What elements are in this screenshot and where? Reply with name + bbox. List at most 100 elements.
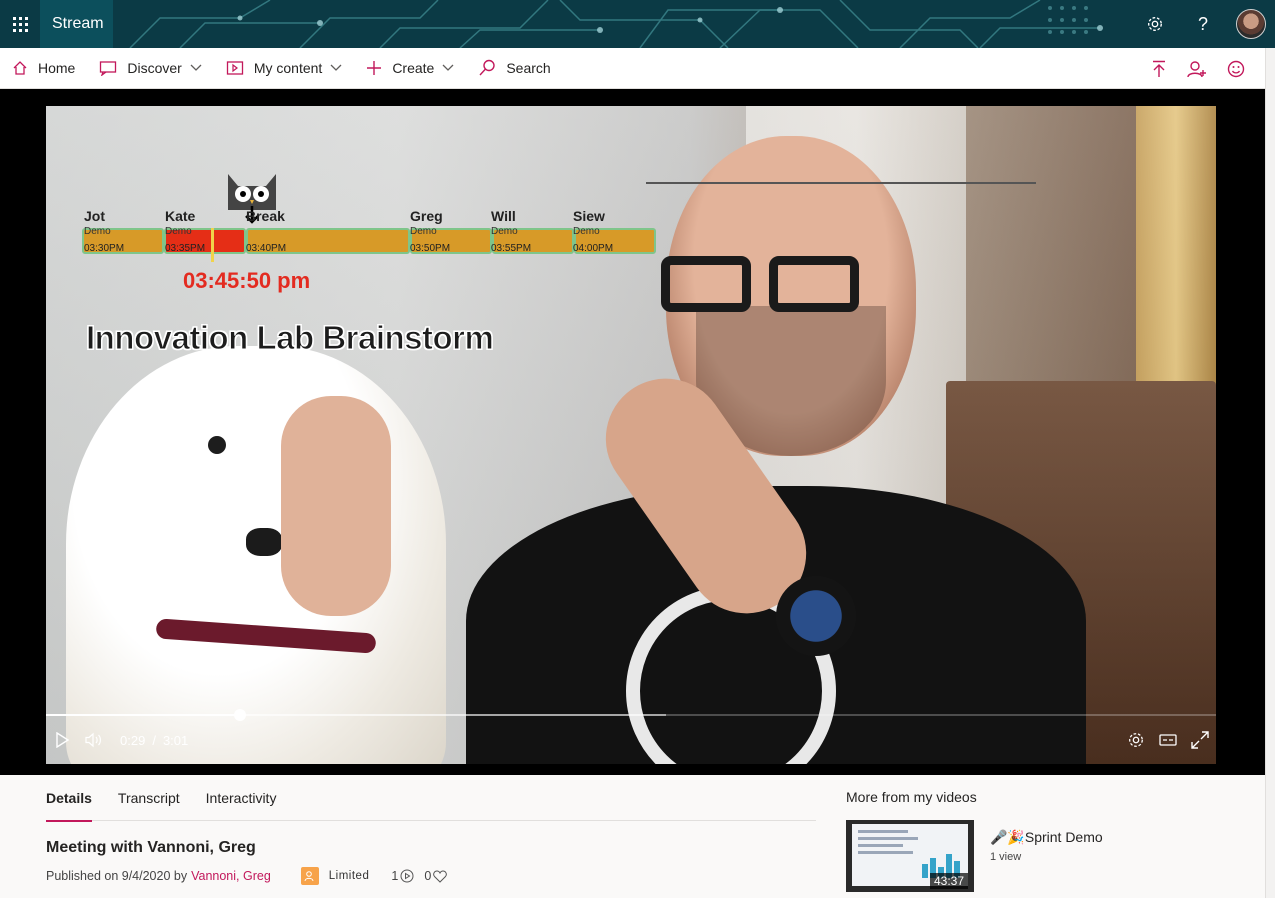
view-count-value: 1 [391,869,399,883]
feedback-icon[interactable] [1227,60,1245,78]
nav-discover-label: Discover [127,60,182,76]
heart-icon [433,869,448,883]
app-title[interactable]: Stream [40,0,113,48]
schedule-slot: Kate Demo 03:35PM [165,208,205,254]
details-panel: Details Transcript Interactivity Meeting… [0,775,1265,898]
nav-my-content-label: My content [253,60,323,76]
avatar-button[interactable] [1227,0,1275,48]
captions-icon[interactable] [1152,725,1184,755]
schedule-slot-time: 03:30PM [84,243,125,254]
video-scene-hand [281,396,391,616]
overlay-title: Innovation Lab Brainstorm [85,319,494,357]
tab-transcript[interactable]: Transcript [118,775,180,821]
chevron-down-icon [330,64,342,72]
tab-interactivity[interactable]: Interactivity [206,775,277,821]
schedule-slot-name: Greg [410,208,443,224]
search-icon [478,59,496,77]
search-box[interactable]: Search [466,48,562,89]
nav-discover[interactable]: Discover [87,48,213,89]
permission-label: Limited [328,870,370,882]
schedule-slot-name: Break [246,208,285,224]
add-user-icon[interactable] [1187,60,1207,78]
video-player: Jot Demo 03:30PM Kate Demo 03:35PM Break… [0,89,1265,775]
plus-icon [366,60,382,76]
more-from-my-videos: More from my videos 43:37 🎤🎉Sprint Demo … [846,775,1246,898]
home-icon [12,60,28,76]
volume-icon[interactable] [78,725,110,755]
schedule-slot-time: 03:50PM [410,243,451,254]
video-scene-glasses [661,256,861,316]
circuit-banner-graphic [0,0,1275,48]
video-scene-dog-nose [246,528,282,556]
view-count: 1 [391,869,414,883]
discover-icon [99,60,117,76]
recommended-video-views: 1 view [990,851,1022,863]
author-link[interactable]: Vannoni, Greg [191,869,271,883]
search-placeholder: Search [506,60,551,76]
fullscreen-icon[interactable] [1184,725,1216,755]
tab-details[interactable]: Details [46,775,92,822]
page-scrollbar[interactable] [1265,48,1275,898]
player-settings-icon[interactable] [1120,725,1152,755]
schedule-slot: Will Demo 03:55PM [491,208,531,254]
my-content-icon [226,60,244,76]
schedule-slot-type [246,226,286,237]
nav-bar: Home Discover My content Create Search [0,48,1265,89]
video-scene-watch [776,576,856,656]
video-title: Meeting with Vannoni, Greg [46,839,256,856]
schedule-slot: Greg Demo 03:50PM [410,208,450,254]
schedule-slot-name: Kate [165,208,196,224]
nav-create-label: Create [392,60,435,76]
video-frame[interactable]: Jot Demo 03:30PM Kate Demo 03:35PM Break… [46,106,1216,764]
help-icon[interactable]: ? [1179,0,1227,48]
more-from-heading: More from my videos [846,789,977,805]
chevron-down-icon [442,64,454,72]
schedule-slot: Jot Demo 03:30PM [84,208,124,254]
nav-create[interactable]: Create [354,48,466,89]
details-tabs: Details Transcript Interactivity [46,775,816,822]
player-controls: 0:29 / 3:01 [46,725,1216,755]
seek-bar-played [46,714,241,716]
nav-home[interactable]: Home [0,48,87,89]
chevron-down-icon [190,64,202,72]
like-button[interactable]: 0 [424,869,448,883]
video-scene-dog-eye [208,436,226,454]
schedule-slot-name: Will [491,208,516,224]
schedule-slot-name: Siew [573,208,605,224]
recommended-video-title[interactable]: 🎤🎉Sprint Demo [990,829,1103,846]
overlay-clock: 03:45:50 pm [183,268,311,293]
time-display: 0:29 / 3:01 [120,733,188,748]
schedule-slot-time: 03:55PM [491,243,532,254]
published-text: Published on 9/4/2020 by [46,869,188,883]
schedule-slot-type: Demo [165,226,192,237]
schedule-slot-type: Demo [491,226,518,237]
schedule-slot-time: 03:35PM [165,243,206,254]
schedule-slot: Break 03:40PM [246,208,286,254]
app-launcher-icon[interactable] [0,0,40,48]
video-meta: Published on 9/4/2020 by Vannoni, Greg L… [46,867,448,885]
like-count-value: 0 [424,869,432,883]
settings-icon[interactable] [1131,0,1179,48]
schedule-slot-time: 03:40PM [246,243,287,254]
views-icon [400,869,414,883]
permission-badge[interactable]: Limited [300,867,370,885]
avatar [1236,9,1266,39]
schedule-slot: Siew Demo 04:00PM [573,208,613,254]
schedule-timeline [646,182,1036,184]
schedule-slot-type: Demo [573,226,600,237]
schedule-slot-time: 04:00PM [573,243,614,254]
nav-home-label: Home [38,60,76,76]
schedule-slot-type: Demo [84,226,111,237]
thumbnail-duration: 43:37 [929,873,968,889]
schedule-now-marker [211,228,214,262]
nav-my-content[interactable]: My content [214,48,354,89]
time-separator: / [152,732,156,748]
upload-icon[interactable] [1151,60,1167,78]
seek-bar[interactable] [46,709,1216,721]
video-thumbnail[interactable]: 43:37 [846,820,974,892]
total-duration: 3:01 [162,732,189,748]
current-time: 0:29 [120,732,146,748]
schedule-slot-type: Demo [410,226,437,237]
play-icon[interactable] [46,725,78,755]
suite-bar: Stream ? [0,0,1275,48]
